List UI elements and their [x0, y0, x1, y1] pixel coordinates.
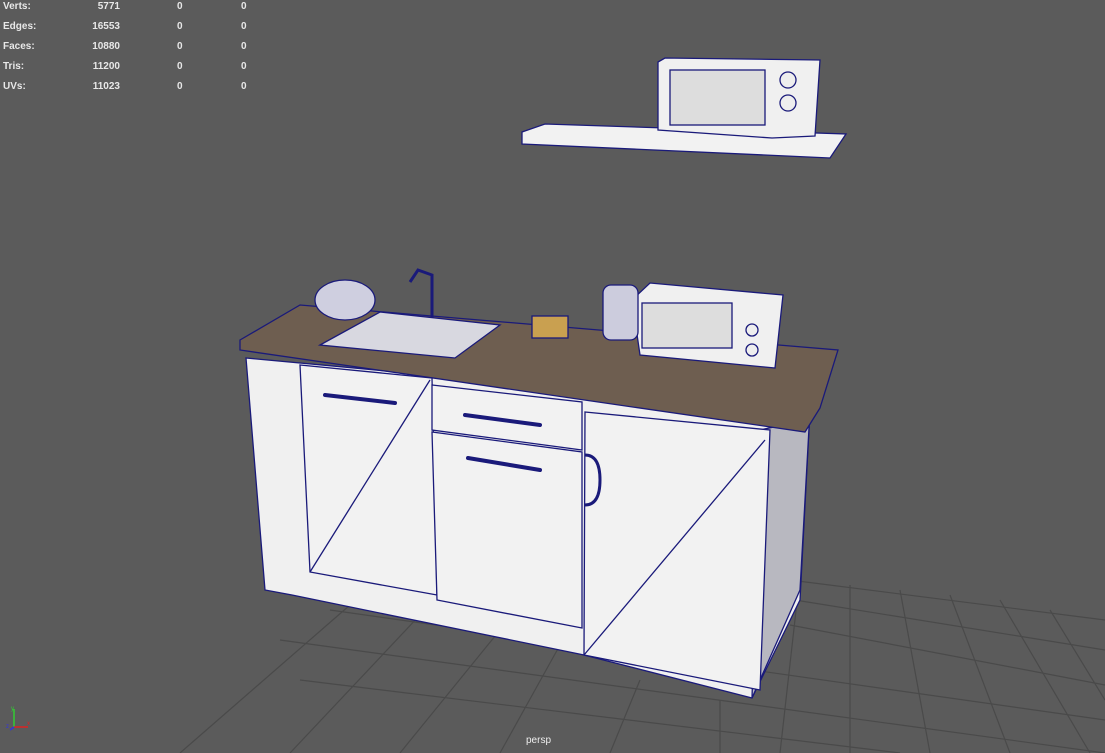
hud-value: 0	[241, 1, 247, 12]
hud-value: 16553	[92, 21, 120, 32]
hud-value: 0	[177, 41, 183, 52]
box	[531, 315, 569, 339]
hud-label: UVs:	[3, 81, 26, 92]
dishwasher-door	[583, 411, 771, 691]
axis-z-label: z	[6, 724, 9, 730]
hud-value: 11023	[92, 81, 120, 92]
hud-value: 0	[177, 21, 183, 32]
axis-x-label: x	[27, 721, 30, 727]
hud-value: 0	[241, 41, 247, 52]
hud-value: 0	[177, 81, 183, 92]
camera-name-label: persp	[526, 735, 552, 746]
hud-row-tris: Tris: 11200 0 0	[3, 60, 263, 80]
hud-value: 0	[177, 61, 183, 72]
3d-viewport[interactable]	[0, 0, 1105, 753]
hud-row-faces: Faces: 10880 0 0	[3, 40, 263, 60]
axis-gizmo-icon: y x z	[6, 706, 30, 731]
faucet	[408, 268, 434, 318]
hud-value: 5771	[97, 1, 120, 12]
hud-value: 0	[241, 81, 247, 92]
hud-value: 11200	[92, 61, 120, 72]
door-middle	[431, 431, 583, 629]
poly-count-hud: Verts: 5771 0 0 Edges: 16553 0 0 Faces: 10880 0 0…	[3, 0, 263, 100]
hud-row-edges: Edges: 16553 0 0	[3, 20, 263, 40]
hud-label: Verts:	[3, 1, 31, 12]
hud-label: Tris:	[3, 61, 25, 72]
hud-value: 10880	[92, 41, 120, 52]
hud-value: 0	[241, 21, 247, 32]
hud-label: Edges:	[3, 21, 37, 32]
hud-value: 0	[241, 61, 247, 72]
kettle	[314, 279, 376, 321]
hud-row-verts: Verts: 5771 0 0	[3, 0, 263, 20]
toaster	[602, 284, 639, 341]
hud-value: 0	[177, 1, 183, 12]
kitchen-model[interactable]	[239, 57, 848, 699]
hud-label: Faces:	[3, 41, 35, 52]
hud-row-uvs: UVs: 11023 0 0	[3, 80, 263, 100]
axis-y-label: y	[11, 706, 14, 712]
